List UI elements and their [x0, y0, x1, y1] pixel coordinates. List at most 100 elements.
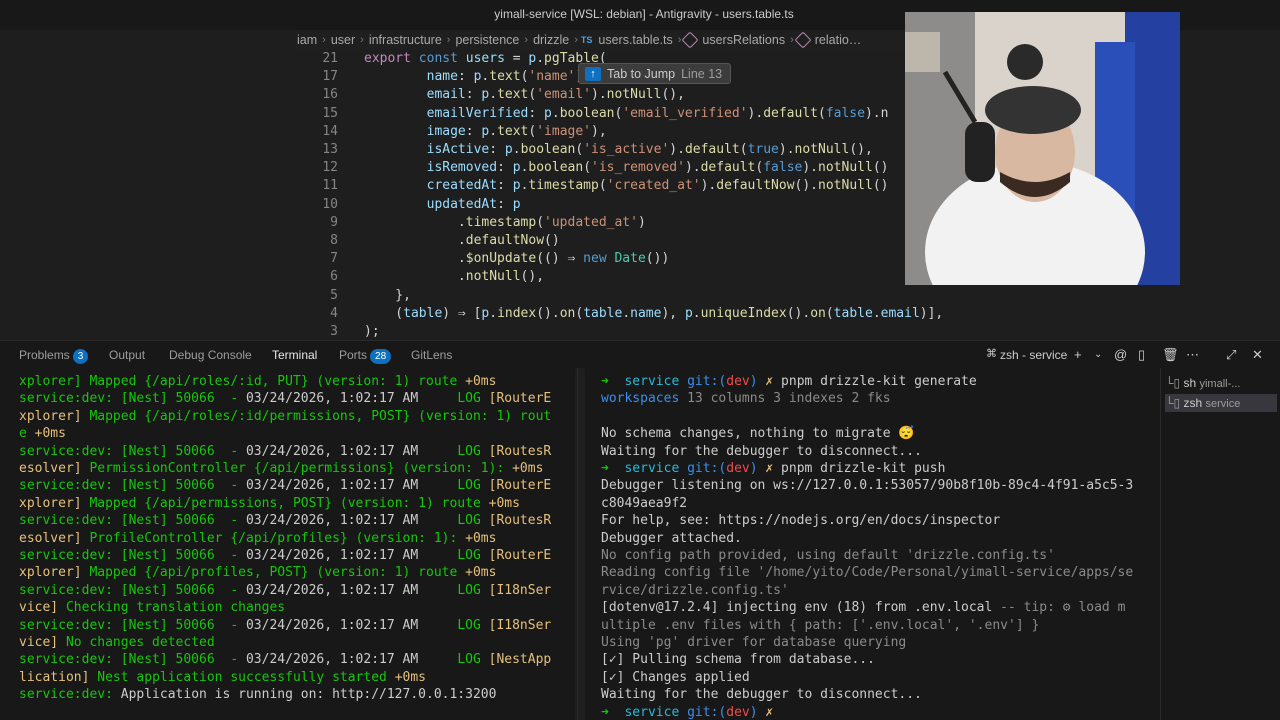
maximize-panel-icon[interactable]: ⤢: [1226, 347, 1236, 363]
code-text: name: p.text('name'): [426, 69, 584, 85]
code-text: isRemoved: p.boolean('is_removed').defau…: [426, 160, 889, 176]
terminal-left[interactable]: xplorer] Mapped {/api/roles/:id, PUT} (v…: [0, 368, 575, 720]
terminal-line: For help, see: https://nodejs.org/en/doc…: [601, 513, 1001, 529]
breadcrumb-item[interactable]: user: [329, 33, 357, 47]
breadcrumb-separator-icon: ›: [322, 34, 326, 46]
breadcrumb-item[interactable]: infrastructure: [367, 33, 444, 47]
terminal-list: └▯ sh yimall-... └▯ zsh service: [1160, 368, 1280, 720]
breadcrumb-separator-icon: ›: [524, 34, 529, 46]
terminal-name[interactable]: zsh - service: [1000, 348, 1067, 362]
terminal-line: service:dev: [Nest] 50066 - 03/24/2026, …: [19, 513, 552, 529]
breadcrumb-item[interactable]: drizzle: [531, 33, 571, 47]
tooltip-line: Line 13: [681, 66, 723, 81]
terminal-line: ➜ service git:(dev) ✗ pnpm drizzle-kit p…: [601, 461, 946, 476]
terminal-split-divider[interactable]: [577, 368, 584, 720]
code-text: .defaultNow(): [364, 233, 560, 248]
tab-gitlens[interactable]: GitLens: [411, 348, 452, 362]
line-number: 5: [330, 287, 338, 303]
typescript-file-icon: TS: [580, 35, 593, 45]
terminal-list-item[interactable]: └▯ zsh service: [1165, 394, 1277, 412]
terminal-line: [✓] Pulling schema from database...: [601, 652, 875, 668]
terminal-icon: ⌘: [986, 348, 997, 360]
code-text: emailVerified: p.boolean('email_verified…: [426, 105, 889, 121]
terminal-line: service:dev: [Nest] 50066 - 03/24/2026, …: [19, 582, 552, 598]
code-text: email: p.text('email').notNull(),: [426, 87, 685, 103]
breadcrumb-item[interactable]: relatio…: [813, 33, 864, 47]
tab-label: Problems: [19, 348, 70, 362]
problems-count-badge: 3: [72, 349, 89, 364]
tooltip-text: Tab to Jump: [607, 66, 676, 81]
code-text: },: [364, 287, 411, 303]
terminal-line: service:dev: [Nest] 50066 - 03/24/2026, …: [19, 443, 552, 459]
code-text: export const users = p.pgTable(: [364, 51, 607, 66]
terminal-line: xplorer] Mapped {/api/profiles, POST} (v…: [19, 565, 497, 581]
terminal-line: Waiting for the debugger to disconnect..…: [601, 687, 922, 703]
line-number: 14: [322, 123, 338, 139]
trash-icon[interactable]: 🗑: [1162, 347, 1179, 363]
terminal-icon: └▯: [1165, 376, 1184, 390]
code-text: .$onUpdate(() ⇒ new Date()): [364, 251, 670, 267]
new-terminal-icon[interactable]: +: [1074, 347, 1082, 362]
code-text: .timestamp('updated_at'): [364, 214, 646, 230]
line-number: 11: [322, 178, 338, 194]
terminal-icon: └▯: [1165, 396, 1184, 410]
code-line[interactable]: 4 (table) ⇒ [p.index().on(table.name), p…: [0, 305, 1280, 323]
line-number: 15: [322, 105, 338, 121]
terminal-line: ultiple .env files with { path: ['.env.l…: [601, 617, 1040, 633]
terminal-line: service:dev: Application is running on: …: [19, 687, 497, 703]
tab-ports[interactable]: Ports 28: [339, 348, 392, 364]
breadcrumb-separator-icon: ›: [574, 34, 578, 46]
breadcrumb: iam › user › infrastructure › persistence › driz…: [295, 30, 905, 50]
terminal-line: Waiting for the debugger to disconnect..…: [601, 443, 922, 459]
breadcrumb-item[interactable]: users.table.ts: [596, 33, 674, 47]
terminal-list-item[interactable]: └▯ sh yimall-...: [1165, 374, 1277, 392]
breadcrumb-item[interactable]: usersRelations: [700, 33, 787, 47]
terminal-line: xplorer] Mapped {/api/roles/:id/permissi…: [19, 408, 552, 424]
tab-problems[interactable]: Problems 3: [19, 348, 89, 364]
breadcrumb-separator-icon: ›: [360, 34, 364, 46]
code-text: createdAt: p.timestamp('created_at').def…: [426, 178, 889, 194]
close-icon[interactable]: ✕: [1252, 347, 1263, 363]
webcam-overlay: [905, 12, 1180, 285]
line-number: 4: [330, 305, 338, 321]
terminal-line: rvice/drizzle.config.ts': [601, 582, 789, 598]
breadcrumb-item[interactable]: persistence: [453, 33, 521, 47]
code-text: (table) ⇒ [p.index().on(table.name), p.u…: [364, 305, 944, 321]
tab-terminal[interactable]: Terminal: [272, 348, 318, 369]
terminal-line: lication] Nest application successfully …: [19, 669, 427, 685]
line-number: 17: [322, 69, 338, 85]
terminal-right[interactable]: ➜ service git:(dev) ✗ pnpm drizzle-kit g…: [585, 368, 1160, 720]
tab-to-jump-tooltip[interactable]: ↑ Tab to Jump Line 13: [578, 63, 732, 84]
code-line[interactable]: 5 },: [0, 287, 1280, 305]
line-number: 10: [322, 196, 338, 212]
symbol-icon: [794, 31, 812, 49]
tab-debug-console[interactable]: Debug Console: [169, 348, 252, 362]
terminal-line: No config path provided, using default '…: [601, 548, 1055, 563]
line-number: 16: [322, 87, 338, 103]
terminal-line: esolver] ProfileController {/api/profile…: [19, 530, 497, 546]
chevron-down-icon[interactable]: ⌄: [1094, 349, 1102, 360]
split-terminal-icon[interactable]: ▯: [1138, 347, 1145, 363]
line-number: 21: [322, 51, 338, 66]
line-number: 7: [330, 251, 338, 267]
jump-arrow-icon: ↑: [585, 66, 601, 81]
terminal-line: workspaces 13 columns 3 indexes 2 fks: [601, 391, 891, 407]
shell-name: zsh: [1183, 396, 1203, 410]
terminal-line: service:dev: [Nest] 50066 - 03/24/2026, …: [19, 652, 552, 668]
line-number: 9: [330, 214, 338, 230]
terminal-line: Debugger listening on ws://127.0.0.1:530…: [601, 478, 1134, 494]
more-actions-icon[interactable]: ⋯: [1186, 347, 1199, 363]
terminal-line: ➜ service git:(dev) ✗ pnpm drizzle-kit g…: [601, 374, 977, 389]
code-line[interactable]: 3);: [0, 323, 1280, 340]
panel-tab-bar: Problems 3 Output Debug Console Terminal …: [0, 340, 1280, 369]
breadcrumb-item[interactable]: iam: [295, 33, 319, 47]
code-text: .notNull(),: [364, 269, 545, 285]
at-icon[interactable]: @: [1114, 347, 1127, 362]
tab-output[interactable]: Output: [109, 348, 145, 362]
code-text: );: [364, 324, 380, 339]
line-number: 6: [330, 269, 338, 285]
terminal-line: ➜ service git:(dev) ✗: [601, 704, 774, 720]
code-text: updatedAt: p: [426, 196, 521, 212]
terminal-line: xplorer] Mapped {/api/permissions, POST}…: [19, 495, 520, 511]
terminal-line: service:dev: [Nest] 50066 - 03/24/2026, …: [19, 478, 552, 494]
